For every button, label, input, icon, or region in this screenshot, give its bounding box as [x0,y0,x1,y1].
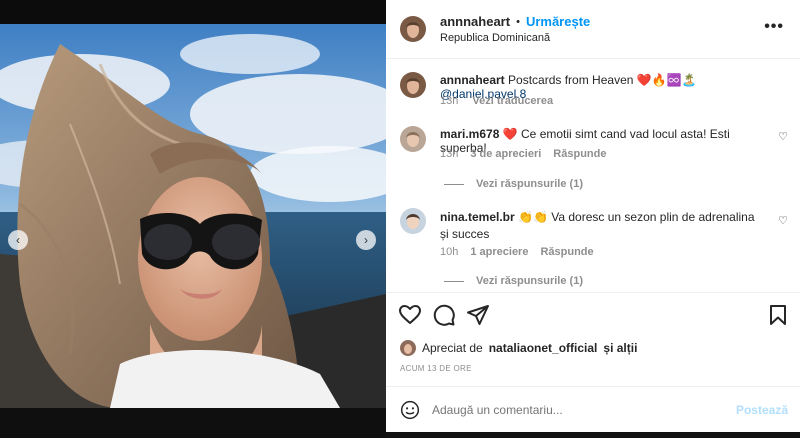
action-bar [386,292,800,341]
caption-emojis: ❤️🔥♾️🏝️ [636,73,697,87]
translate-link[interactable]: Vezi traducerea [472,95,553,107]
post-header: annnaheart • Urmărește Republica Dominic… [386,0,800,59]
caption-avatar[interactable] [400,72,426,98]
comment-like-icon[interactable]: ♡ [778,214,788,227]
comment-icon[interactable] [432,303,456,327]
post-timestamp[interactable]: ACUM 13 DE ORE [400,364,472,373]
backdrop [386,432,800,438]
view-replies-label: Vezi răspunsurile (1) [476,178,583,190]
caption-time[interactable]: 13h [440,95,458,107]
post-comment-button[interactable]: Postează [736,403,788,417]
comment-avatar[interactable] [400,208,426,234]
heart-icon[interactable] [398,303,422,327]
divider-line [444,280,464,282]
selfie-image [0,24,386,408]
comment-username[interactable]: mari.m678 [440,127,499,141]
comment-reply-button[interactable]: Răspunde [553,148,606,160]
comment-emoji: 👏👏 [518,210,548,224]
backdrop [0,408,386,438]
view-replies-label: Vezi răspunsurile (1) [476,275,583,287]
comment-emoji: ❤️ [502,127,518,141]
comment-text: nina.temel.br 👏👏 Va doresc un sezon plin… [440,209,760,243]
avatar[interactable] [400,16,426,42]
liked-by-others[interactable]: și alții [603,341,637,355]
comment-username[interactable]: nina.temel.br [440,210,515,224]
view-replies-button[interactable]: Vezi răspunsurile (1) [444,275,583,287]
liked-by-user[interactable]: nataliaonet_official [489,341,598,355]
comment-likes[interactable]: 1 apreciere [470,246,528,258]
separator-dot: • [516,15,520,28]
post-location[interactable]: Republica Dominicană [440,32,550,44]
comment-meta: 13h 3 de aprecieri Răspunde [440,148,606,160]
view-replies-button[interactable]: Vezi răspunsurile (1) [444,178,583,190]
comment-time[interactable]: 13h [440,148,458,160]
caption-meta: 13h Vezi traducerea [440,95,553,107]
post-photo[interactable]: ‹ › [0,24,386,408]
liked-by-prefix: Apreciat de [422,341,483,355]
liked-by: Apreciat de nataliaonet_official și alți… [400,340,637,356]
liker-avatar[interactable] [400,340,416,356]
post-detail-panel: annnaheart • Urmărește Republica Dominic… [386,0,800,432]
caption-body: Postcards from Heaven [508,73,634,87]
bookmark-icon[interactable] [766,303,790,327]
comment-like-icon[interactable]: ♡ [778,130,788,143]
carousel-prev-button[interactable]: ‹ [8,230,28,250]
post-username[interactable]: annnaheart [440,14,510,29]
comment-likes[interactable]: 3 de aprecieri [470,148,541,160]
follow-button[interactable]: Urmărește [526,14,590,29]
smiley-icon[interactable] [400,400,420,420]
comment-time[interactable]: 10h [440,246,458,258]
share-icon[interactable] [466,303,490,327]
comment-meta: 10h 1 apreciere Răspunde [440,246,594,258]
carousel-next-button[interactable]: › [356,230,376,250]
comment-avatar[interactable] [400,126,426,152]
caption-username[interactable]: annnaheart [440,73,505,87]
comment-input[interactable] [432,403,722,417]
divider-line [444,183,464,185]
comment-bar: Postează [386,386,800,433]
comment-reply-button[interactable]: Răspunde [540,246,593,258]
more-icon[interactable]: ••• [764,18,784,36]
